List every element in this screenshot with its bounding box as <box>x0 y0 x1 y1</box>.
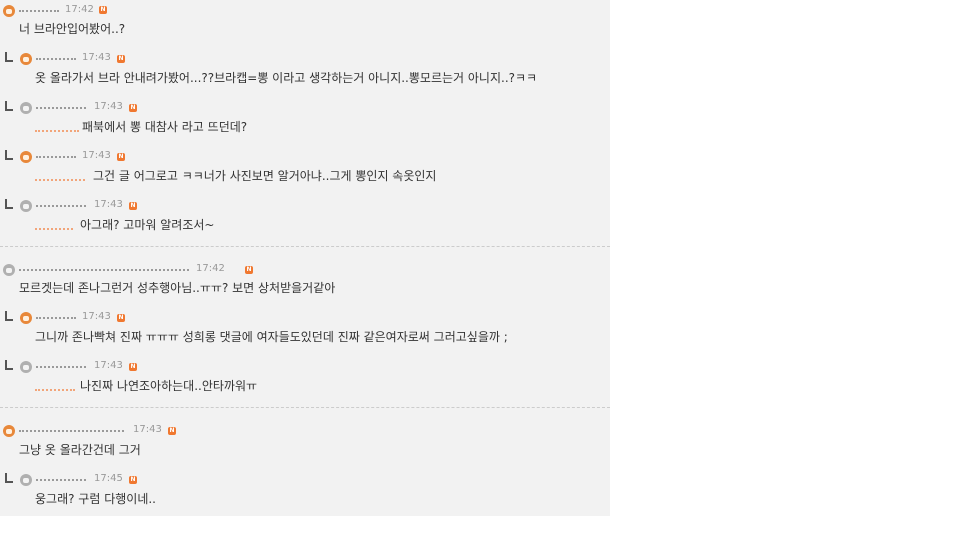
timestamp: 17:43 <box>133 424 162 435</box>
nickname[interactable] <box>36 197 86 207</box>
mention-nickname[interactable] <box>35 219 73 230</box>
reply-arrow-icon <box>5 52 13 62</box>
timestamp: 17:43 <box>94 101 123 112</box>
comment-text: 그니까 존나빡쳐 진짜 ㅠㅠㅠ 성희롱 댓글에 여자들도있던데 진짜 같은여자로… <box>35 330 508 344</box>
reply-arrow-icon <box>5 199 13 209</box>
comment-text: 나진짜 나연조아하는대..안타까워ㅠ <box>80 379 258 393</box>
new-badge-icon: N <box>117 153 125 161</box>
comment-text: 그냥 옷 올라간건데 그거 <box>19 443 141 457</box>
timestamp: 17:43 <box>82 311 111 322</box>
comment-text: 너 브라안입어봤어..? <box>19 22 126 36</box>
nickname[interactable] <box>19 2 59 12</box>
nickname[interactable] <box>36 309 76 319</box>
comment-text: 패북에서 뽕 대참사 라고 뜨던데? <box>82 120 248 134</box>
nickname[interactable] <box>36 99 86 109</box>
comment-text: 웅그래? 구럼 다행이네.. <box>35 492 156 506</box>
timestamp: 17:42 <box>65 4 94 15</box>
new-badge-icon: N <box>117 55 125 63</box>
reply-arrow-icon <box>5 473 13 483</box>
user-avatar-icon[interactable] <box>3 5 15 17</box>
user-avatar-icon[interactable] <box>20 474 32 486</box>
new-badge-icon: N <box>168 427 176 435</box>
user-avatar-icon[interactable] <box>20 312 32 324</box>
user-avatar-icon[interactable] <box>20 361 32 373</box>
mention-nickname[interactable] <box>35 170 85 181</box>
comment-text: 아그래? 고마워 알려조서~ <box>80 218 215 232</box>
nickname[interactable] <box>36 358 86 368</box>
nickname[interactable] <box>19 422 124 432</box>
reply-arrow-icon <box>5 311 13 321</box>
user-avatar-icon[interactable] <box>3 425 15 437</box>
comment-panel: 17:42 N 너 브라안입어봤어..? 17:43 N 옷 올라가서 브라 안… <box>0 0 610 516</box>
new-badge-icon: N <box>129 363 137 371</box>
new-badge-icon: N <box>129 202 137 210</box>
timestamp: 17:43 <box>94 360 123 371</box>
reply-arrow-icon <box>5 150 13 160</box>
nickname[interactable] <box>36 148 76 158</box>
user-avatar-icon[interactable] <box>20 102 32 114</box>
timestamp: 17:43 <box>82 52 111 63</box>
reply-arrow-icon <box>5 101 13 111</box>
new-badge-icon: N <box>245 266 253 274</box>
timestamp: 17:43 <box>94 199 123 210</box>
reply-arrow-icon <box>5 360 13 370</box>
mention-nickname[interactable] <box>35 121 79 132</box>
thread-divider <box>0 407 610 408</box>
nickname[interactable] <box>36 471 86 481</box>
new-badge-icon: N <box>129 104 137 112</box>
new-badge-icon: N <box>129 476 137 484</box>
timestamp: 17:42 <box>196 263 225 274</box>
comment-text: 그건 글 어그로고 ㅋㅋ너가 사진보면 알거아냐..그게 뽕인지 속옷인지 <box>93 169 437 183</box>
timestamp: 17:45 <box>94 473 123 484</box>
comment-text: 모르겟는데 존나그런거 성추행아님..ㅠㅠ? 보면 상처받을거같아 <box>19 281 336 295</box>
user-avatar-icon[interactable] <box>3 264 15 276</box>
thread-divider <box>0 246 610 247</box>
timestamp: 17:43 <box>82 150 111 161</box>
user-avatar-icon[interactable] <box>20 200 32 212</box>
user-avatar-icon[interactable] <box>20 53 32 65</box>
nickname[interactable] <box>36 50 76 60</box>
new-badge-icon: N <box>117 314 125 322</box>
new-badge-icon: N <box>99 6 107 14</box>
mention-nickname[interactable] <box>35 380 75 391</box>
comment-text: 옷 올라가서 브라 안내려가봤어...??브라캡=뽕 이라고 생각하는거 아니지… <box>35 71 538 85</box>
user-avatar-icon[interactable] <box>20 151 32 163</box>
nickname[interactable] <box>19 261 189 271</box>
